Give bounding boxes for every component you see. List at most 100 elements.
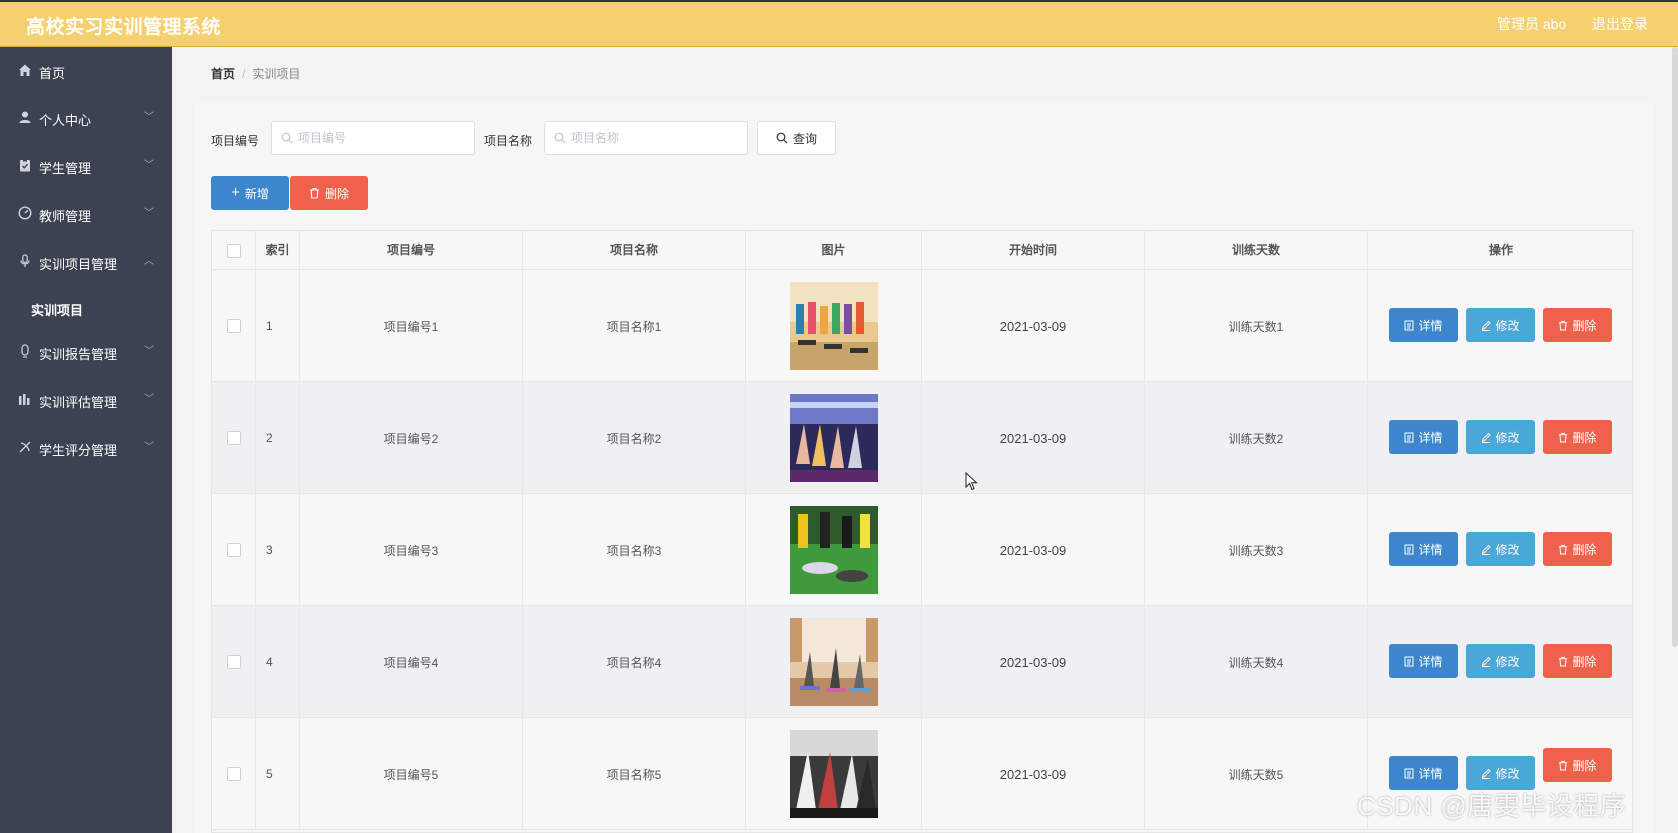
row-name: 项目名称2: [523, 382, 746, 494]
step-aerobics-photo[interactable]: [789, 730, 878, 818]
row-checkbox-cell: [212, 494, 256, 606]
sidebar: 首页 个人中心 ﹀ 学生管理 ﹀ 教师管理 ﹀ 实训项目管理 ︿ 实训项目 实训…: [0, 47, 172, 833]
row-index: 3: [256, 494, 300, 606]
gym-training-photo[interactable]: [789, 394, 878, 482]
edit-button[interactable]: 修改: [1466, 420, 1535, 454]
stretching-class-photo[interactable]: [789, 506, 878, 594]
chevron-up-icon: ︿: [144, 256, 154, 267]
row-checkbox[interactable]: [226, 319, 241, 333]
row-actions: 详情 修改 删除: [1368, 606, 1632, 718]
home-icon: [19, 64, 31, 76]
row-actions: 详情 修改 删除: [1368, 270, 1632, 382]
edit-button[interactable]: 修改: [1466, 644, 1535, 678]
batch-delete-button[interactable]: 删除: [290, 176, 368, 210]
chart-icon: [19, 394, 30, 405]
current-user: 管理员 abo: [1497, 16, 1567, 32]
row-code: 项目编号3: [300, 494, 523, 606]
watermark: CSDN @唐雯毕设程序: [1357, 791, 1627, 821]
sidebar-subitem-training-project[interactable]: 实训项目: [0, 290, 172, 326]
code-search-input[interactable]: [298, 128, 448, 148]
delete-button-label: 删除: [1572, 430, 1597, 445]
detail-button[interactable]: 详情: [1389, 644, 1458, 678]
delete-button-label: 删除: [1572, 318, 1597, 333]
detail-button[interactable]: 详情: [1389, 532, 1458, 566]
document-icon: [1404, 320, 1414, 330]
sidebar-item-personal-center[interactable]: 个人中心 ﹀: [0, 99, 172, 135]
name-label: 项目名称: [484, 134, 533, 148]
row-start-time: 2021-03-09: [922, 494, 1145, 606]
sidebar-item-training-evaluation-management[interactable]: 实训评估管理 ﹀: [0, 381, 172, 417]
delete-button[interactable]: 删除: [1543, 532, 1612, 566]
page-scrollbar[interactable]: [1672, 47, 1678, 647]
row-index: 5: [256, 718, 300, 830]
delete-button[interactable]: 删除: [1543, 748, 1612, 782]
table-row: 1 项目编号1 项目名称1 2021-03-09 训练天数1 详情 修改 删除: [212, 270, 1632, 382]
sidebar-item-teacher-management[interactable]: 教师管理 ﹀: [0, 195, 172, 231]
sidebar-item-student-management[interactable]: 学生管理 ﹀: [0, 147, 172, 183]
delete-button[interactable]: 删除: [1543, 644, 1612, 678]
sidebar-item-training-report-management[interactable]: 实训报告管理 ﹀: [0, 333, 172, 369]
row-checkbox[interactable]: [226, 431, 241, 445]
row-actions: 详情 修改 删除: [1368, 382, 1632, 494]
header-image: 图片: [746, 231, 922, 270]
sidebar-item-home[interactable]: 首页: [0, 52, 172, 88]
row-checkbox[interactable]: [226, 543, 241, 557]
detail-button-label: 详情: [1418, 318, 1443, 333]
row-checkbox[interactable]: [226, 767, 241, 781]
document-icon: [1404, 432, 1414, 442]
edit-button[interactable]: 修改: [1466, 756, 1535, 790]
gauge-icon: [18, 206, 32, 220]
app-title: 高校实习实训管理系统: [26, 17, 222, 38]
delete-button[interactable]: 删除: [1543, 420, 1612, 454]
trash-icon: [1559, 432, 1568, 443]
yoga-class-photo[interactable]: [789, 618, 878, 706]
header-actions: 操作: [1488, 243, 1513, 257]
trash-icon: [309, 187, 319, 199]
edit-button[interactable]: 修改: [1466, 308, 1535, 342]
name-search-field[interactable]: [544, 121, 748, 155]
add-button[interactable]: + 新增: [211, 176, 289, 210]
edit-button-label: 修改: [1495, 318, 1520, 333]
table-row: 3 项目编号3 项目名称3 2021-03-09 训练天数3 详情 修改 删除: [212, 494, 1632, 606]
row-training-days: 训练天数5: [1145, 718, 1368, 830]
pencil-icon: [1482, 656, 1492, 667]
detail-button[interactable]: 详情: [1389, 420, 1458, 454]
edit-button-label: 修改: [1495, 766, 1520, 781]
search-icon: [281, 132, 293, 144]
row-image-cell: [746, 382, 922, 494]
detail-button[interactable]: 详情: [1389, 308, 1458, 342]
row-code: 项目编号2: [300, 382, 523, 494]
row-training-days: 训练天数4: [1145, 606, 1368, 718]
row-start-time: 2021-03-09: [922, 718, 1145, 830]
edit-button-label: 修改: [1495, 430, 1520, 445]
table-row: 2 项目编号2 项目名称2 2021-03-09 训练天数2 详情 修改 删除: [212, 382, 1632, 494]
row-checkbox[interactable]: [226, 655, 241, 669]
row-training-days: 训练天数1: [1145, 270, 1368, 382]
pencil-icon: [1482, 432, 1492, 443]
trash-icon: [1559, 656, 1568, 667]
sidebar-item-student-rating-management[interactable]: 学生评分管理 ﹀: [0, 429, 172, 465]
select-all-checkbox[interactable]: [226, 243, 241, 258]
row-name: 项目名称5: [523, 718, 746, 830]
mic-icon: [20, 254, 30, 267]
rating-icon: [19, 441, 31, 453]
row-image-cell: [746, 270, 922, 382]
plus-icon: +: [231, 184, 240, 201]
fitness-class-photo[interactable]: [789, 282, 878, 370]
code-search-field[interactable]: [271, 121, 475, 155]
search-icon: [776, 132, 788, 144]
row-image-cell: [746, 606, 922, 718]
edit-button[interactable]: 修改: [1466, 532, 1535, 566]
sidebar-item-training-project-management[interactable]: 实训项目管理 ︿: [0, 243, 172, 279]
breadcrumb-home[interactable]: 首页: [211, 67, 235, 81]
sidebar-item-label: 实训报告管理: [39, 347, 118, 362]
chevron-down-icon: ﹀: [144, 208, 154, 219]
query-button[interactable]: 查询: [757, 121, 836, 155]
header-index: 索引: [256, 231, 300, 270]
trash-icon: [1559, 320, 1568, 331]
detail-button[interactable]: 详情: [1389, 756, 1458, 790]
delete-button[interactable]: 删除: [1543, 308, 1612, 342]
name-search-input[interactable]: [571, 128, 721, 148]
table-header: 索引 项目编号 项目名称 图片 开始时间 训练天数 操作: [212, 231, 1632, 270]
logout-link[interactable]: 退出登录: [1592, 14, 1648, 34]
